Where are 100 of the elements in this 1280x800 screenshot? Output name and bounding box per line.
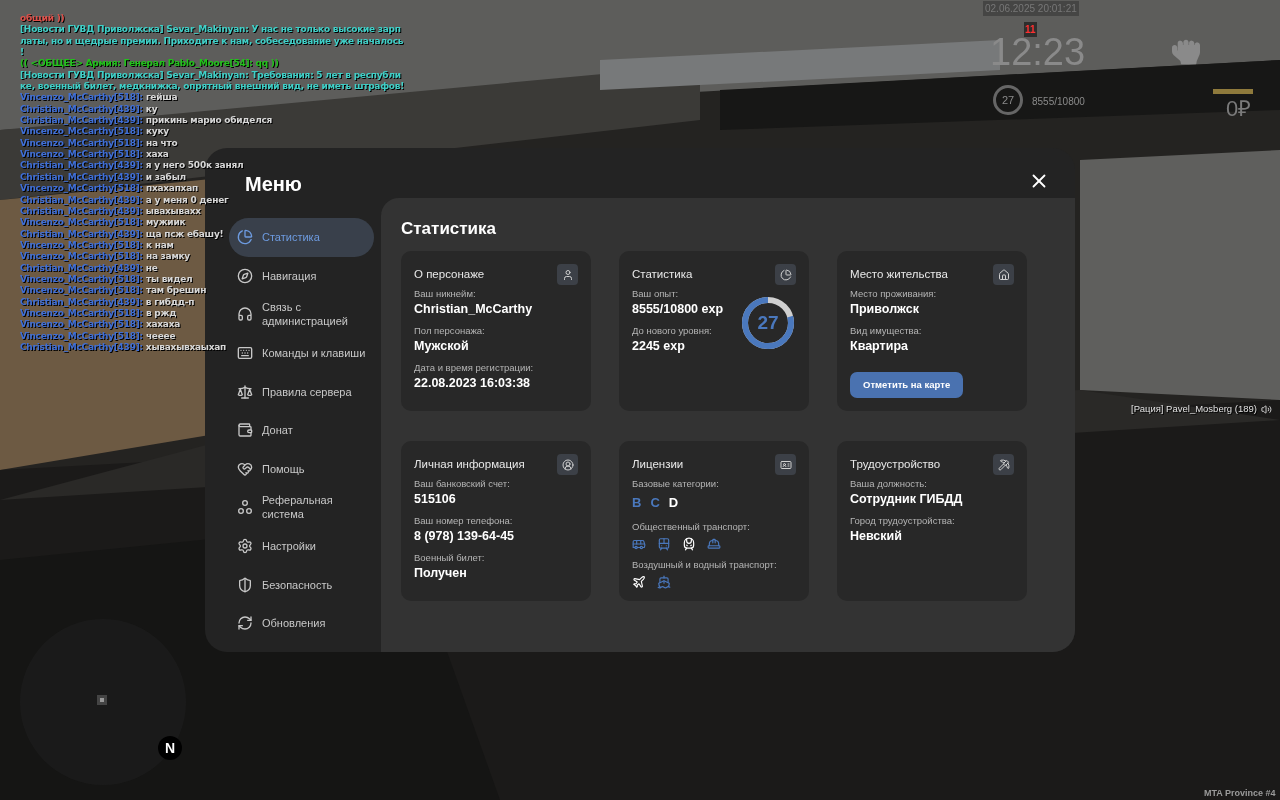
keyboard-icon: [237, 345, 253, 362]
chat-message: ывахывахх: [145, 205, 201, 218]
level-ring: [740, 295, 796, 351]
sidebar-item[interactable]: Настройки: [229, 526, 374, 566]
sidebar-item[interactable]: Помощь: [229, 449, 374, 489]
chat-message: в ржд: [145, 307, 177, 320]
license-category: C: [650, 494, 660, 512]
chat-author: Vincenzo_McCarthy[518]:: [20, 307, 143, 320]
network-icon: [237, 499, 253, 516]
chat-message: хывахывхаыхап: [145, 341, 227, 354]
sidebar-item[interactable]: Донат: [229, 410, 374, 450]
map-button[interactable]: Отметить на карте: [850, 372, 964, 398]
chat-message: пхахапхап: [145, 183, 198, 195]
chat-message: не: [145, 262, 158, 274]
chat-line: [Новости ГУВД Приволжска] Sevar_Makinyan: Требования: 5 лет в республи: [20, 69, 401, 82]
chat-author: Vincenzo_McCarthy[518]:: [20, 92, 143, 104]
field-label: Город трудоустройства:: [850, 514, 956, 528]
sidebar-item[interactable]: Правила сервера: [229, 372, 374, 411]
field-value: 8555/10800 exp: [632, 301, 724, 317]
chat-author: Vincenzo_McCarthy[518]:: [20, 183, 143, 195]
license-category: D: [668, 494, 679, 512]
sidebar-item[interactable]: Статистика: [229, 218, 374, 257]
chat-message: на замку: [145, 251, 190, 263]
chat-author: Christian_McCarthy[439]:: [20, 228, 143, 240]
settings-icon: [237, 538, 253, 555]
speaker-icon: [1260, 403, 1272, 415]
scales-icon: [237, 383, 253, 400]
chat-message: прикинь марио обиделся: [145, 115, 273, 127]
field-label: Военный билет:: [414, 551, 486, 565]
sidebar-item[interactable]: Обновления: [229, 603, 374, 643]
chat-author: Vincenzo_McCarthy[518]:: [20, 149, 143, 161]
chat-line: (( <ОБЩЕЕ> Армия: Генерал Pablo_Moore[54]: qq )): [20, 58, 279, 70]
handshake-icon: [237, 460, 253, 477]
wallet-icon: [237, 422, 253, 439]
fist-icon: [1172, 38, 1200, 66]
chat-message: я у него 500к занял: [145, 160, 244, 172]
field-value: Christian_McCarthy: [414, 301, 534, 317]
card-title: Лицензии: [632, 457, 684, 472]
field-value: Мужской: [414, 338, 470, 354]
field-value: 515106: [414, 491, 457, 507]
level-number: 27: [757, 313, 779, 333]
chat-author: Christian_McCarthy[439]:: [20, 194, 143, 206]
chat-author: Vincenzo_McCarthy[518]:: [20, 239, 143, 252]
chat-line: ке, военный билет, медкнижка, опрятный внешний вид, не иметь штрафов!: [20, 81, 405, 93]
field-label: Ваш банковский счет:: [414, 477, 511, 491]
sidebar-item[interactable]: Команды и клавиши: [229, 333, 374, 373]
chat-author: Christian_McCarthy[439]:: [20, 262, 143, 274]
player-marker-icon: [96, 694, 108, 706]
chat-message: чееее: [145, 330, 176, 342]
chat-message: и забыл: [145, 171, 186, 184]
section-heading: Статистика: [401, 218, 498, 240]
field-label: Ваш номер телефона:: [414, 514, 514, 528]
chat-author: Christian_McCarthy[439]:: [20, 341, 143, 354]
field-label: До нового уровня:: [632, 324, 713, 338]
chat-message: мужиик: [145, 217, 186, 229]
chat-author: Christian_McCarthy[439]:: [20, 171, 143, 184]
chat-message: хахаха: [145, 319, 181, 331]
chat-message: гейша: [145, 92, 178, 104]
chat-author: Christian_McCarthy[439]:: [20, 103, 143, 116]
field-label: Вид имущества:: [850, 324, 923, 338]
field-label: Ваш никнейм:: [414, 287, 477, 301]
field-label: Пол персонажа:: [414, 324, 486, 338]
chat-author: Christian_McCarthy[439]:: [20, 115, 143, 127]
field-value: 8 (978) 139-64-45: [414, 528, 516, 544]
field-label: Место проживания:: [850, 287, 938, 301]
chat-author: Vincenzo_McCarthy[518]:: [20, 285, 143, 297]
field-value: Сотрудник ГИБДД: [850, 491, 964, 507]
chat-message: а у меня 0 денег: [145, 194, 229, 206]
license-category: B: [632, 494, 642, 512]
money-text: 0₽: [1226, 96, 1252, 122]
field-value: 2245 exp: [632, 338, 686, 354]
chat-line: латы, но и щедрые премии. Приходите к нам, собеседование уже началось !: [20, 35, 404, 59]
chat-author: Vincenzo_McCarthy[518]:: [20, 126, 143, 138]
sidebar-item[interactable]: Навигация: [229, 256, 374, 296]
level-ring: 27: [993, 85, 1023, 115]
menu-title: Меню: [245, 174, 302, 194]
alert-count: 11: [1024, 22, 1037, 37]
shield-icon: [237, 576, 253, 593]
field-label: Ваш опыт:: [632, 287, 680, 301]
chat-author: Vincenzo_McCarthy[518]:: [20, 217, 143, 229]
card-title: О персонаже: [414, 267, 485, 282]
chat-author: Vincenzo_McCarthy[518]:: [20, 330, 143, 342]
chat-author: Vincenzo_McCarthy[518]:: [20, 251, 143, 263]
server-name: MTA Province #4: [1204, 787, 1276, 800]
sidebar-item[interactable]: Реферальная система: [229, 488, 374, 527]
chat-message: там брешин: [145, 285, 207, 297]
chat-message: ку: [145, 103, 158, 116]
voice-text: [Рация] Pavel_Mosberg (189): [1131, 402, 1257, 416]
chat-author: Vincenzo_McCarthy[518]:: [20, 319, 143, 331]
refresh-icon: [237, 615, 253, 632]
sidebar-item[interactable]: Связь с администрацией: [229, 295, 374, 334]
field-label: Общественный транспорт:: [632, 519, 751, 534]
sidebar-item[interactable]: Безопасность: [229, 565, 374, 604]
field-label: Базовые категории:: [632, 477, 720, 491]
chat-message: хаха: [145, 149, 169, 161]
chat-message: к нам: [145, 239, 174, 252]
field-label: Ваша должность:: [850, 477, 928, 491]
field-value: Квартира: [850, 338, 909, 354]
card-title: Личная информация: [414, 457, 525, 472]
field-value: Получен: [414, 565, 468, 581]
